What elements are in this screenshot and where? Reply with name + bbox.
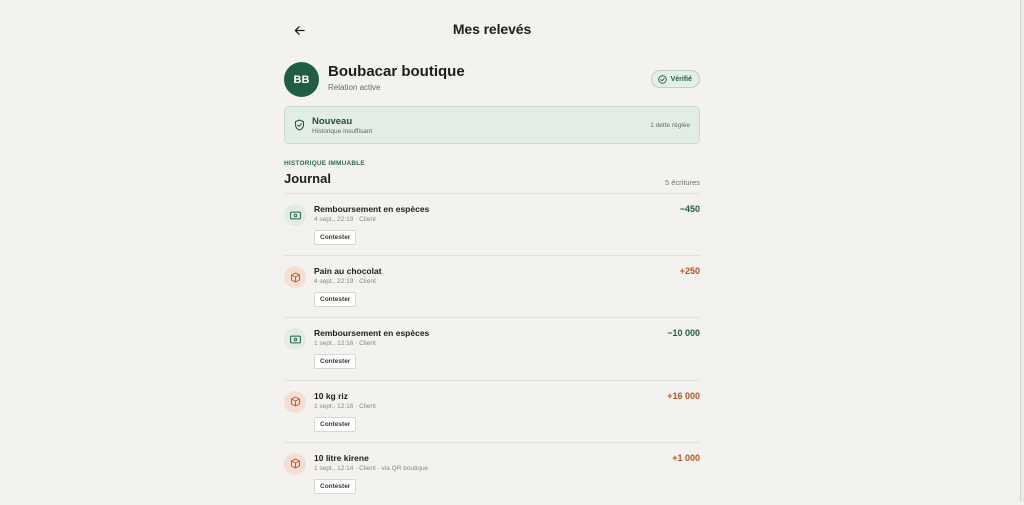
list-item: Pain au chocolat 4 sept., 22:19 · Client… [284, 256, 700, 319]
verified-label: Vérifié [670, 75, 692, 83]
statements-page: Mes relevés BB Boubacar boutique Relatio… [284, 0, 700, 502]
contest-button[interactable]: Contester [314, 230, 357, 245]
contest-button[interactable]: Contester [314, 478, 357, 494]
level-title: Nouveau [312, 116, 353, 127]
cash-icon [284, 204, 306, 226]
contest-button[interactable]: Contester [314, 354, 357, 370]
entry-meta: 1 sept., 12:14 · Client · via QR boutiqu… [314, 464, 429, 472]
list-item: 10 litre kirene 1 sept., 12:14 · Client … [284, 443, 700, 505]
package-icon [284, 390, 306, 413]
entry-amount: +1 000 [672, 452, 700, 463]
page-title: Mes relevés [452, 21, 532, 37]
entry-amount: −450 [679, 204, 700, 214]
cash-icon [284, 328, 306, 351]
entry-title: Remboursement en espèces [314, 328, 430, 339]
merchant-name: Boubacar boutique [328, 63, 465, 80]
entry-title: 10 kg riz [314, 390, 349, 401]
entry-title: 10 litre kirene [314, 452, 369, 463]
relation-status: Relation active [328, 83, 381, 92]
journal-list: Remboursement en espèces 4 sept., 22:19 … [284, 193, 700, 505]
entry-meta: 4 sept., 22:19 · Client [314, 216, 376, 223]
contest-button[interactable]: Contester [314, 416, 357, 432]
entry-amount: +250 [679, 266, 700, 277]
section-kicker: HISTORIQUE IMMUABLE [284, 160, 365, 167]
entry-meta: 1 sept., 12:16 · Client [314, 402, 376, 410]
entry-title: Remboursement en espèces [314, 204, 430, 214]
entry-meta: 1 sept., 12:16 · Client [314, 340, 376, 348]
merchant-header: BB Boubacar boutique Relation active Vér… [284, 62, 700, 98]
package-icon [284, 266, 306, 289]
top-bar: Mes relevés [284, 0, 700, 58]
shield-check-icon [295, 119, 304, 131]
level-subtitle: Historique insuffisant [312, 128, 373, 135]
entry-amount: −10 000 [667, 328, 700, 339]
entries-count: 5 écritures [664, 178, 700, 187]
entry-meta: 4 sept., 22:19 · Client [314, 278, 376, 286]
avatar: BB [284, 62, 319, 97]
section-title: Journal [284, 171, 331, 186]
settled-debts-count: 1 dette réglée [650, 122, 690, 129]
list-item: 10 kg riz 1 sept., 12:16 · Client +16 00… [284, 381, 700, 443]
contest-button[interactable]: Contester [314, 292, 357, 308]
package-icon [284, 452, 306, 475]
entry-title: Pain au chocolat [314, 266, 382, 277]
trust-level-card: Nouveau Historique insuffisant 1 dette r… [284, 106, 700, 144]
list-item: Remboursement en espèces 4 sept., 22:19 … [284, 194, 700, 257]
check-circle-icon [657, 74, 667, 84]
list-item: Remboursement en espèces 1 sept., 12:16 … [284, 318, 700, 381]
verified-badge: Vérifié [650, 70, 700, 88]
entry-amount: +16 000 [667, 390, 700, 401]
scrollbar[interactable] [1020, 0, 1024, 502]
